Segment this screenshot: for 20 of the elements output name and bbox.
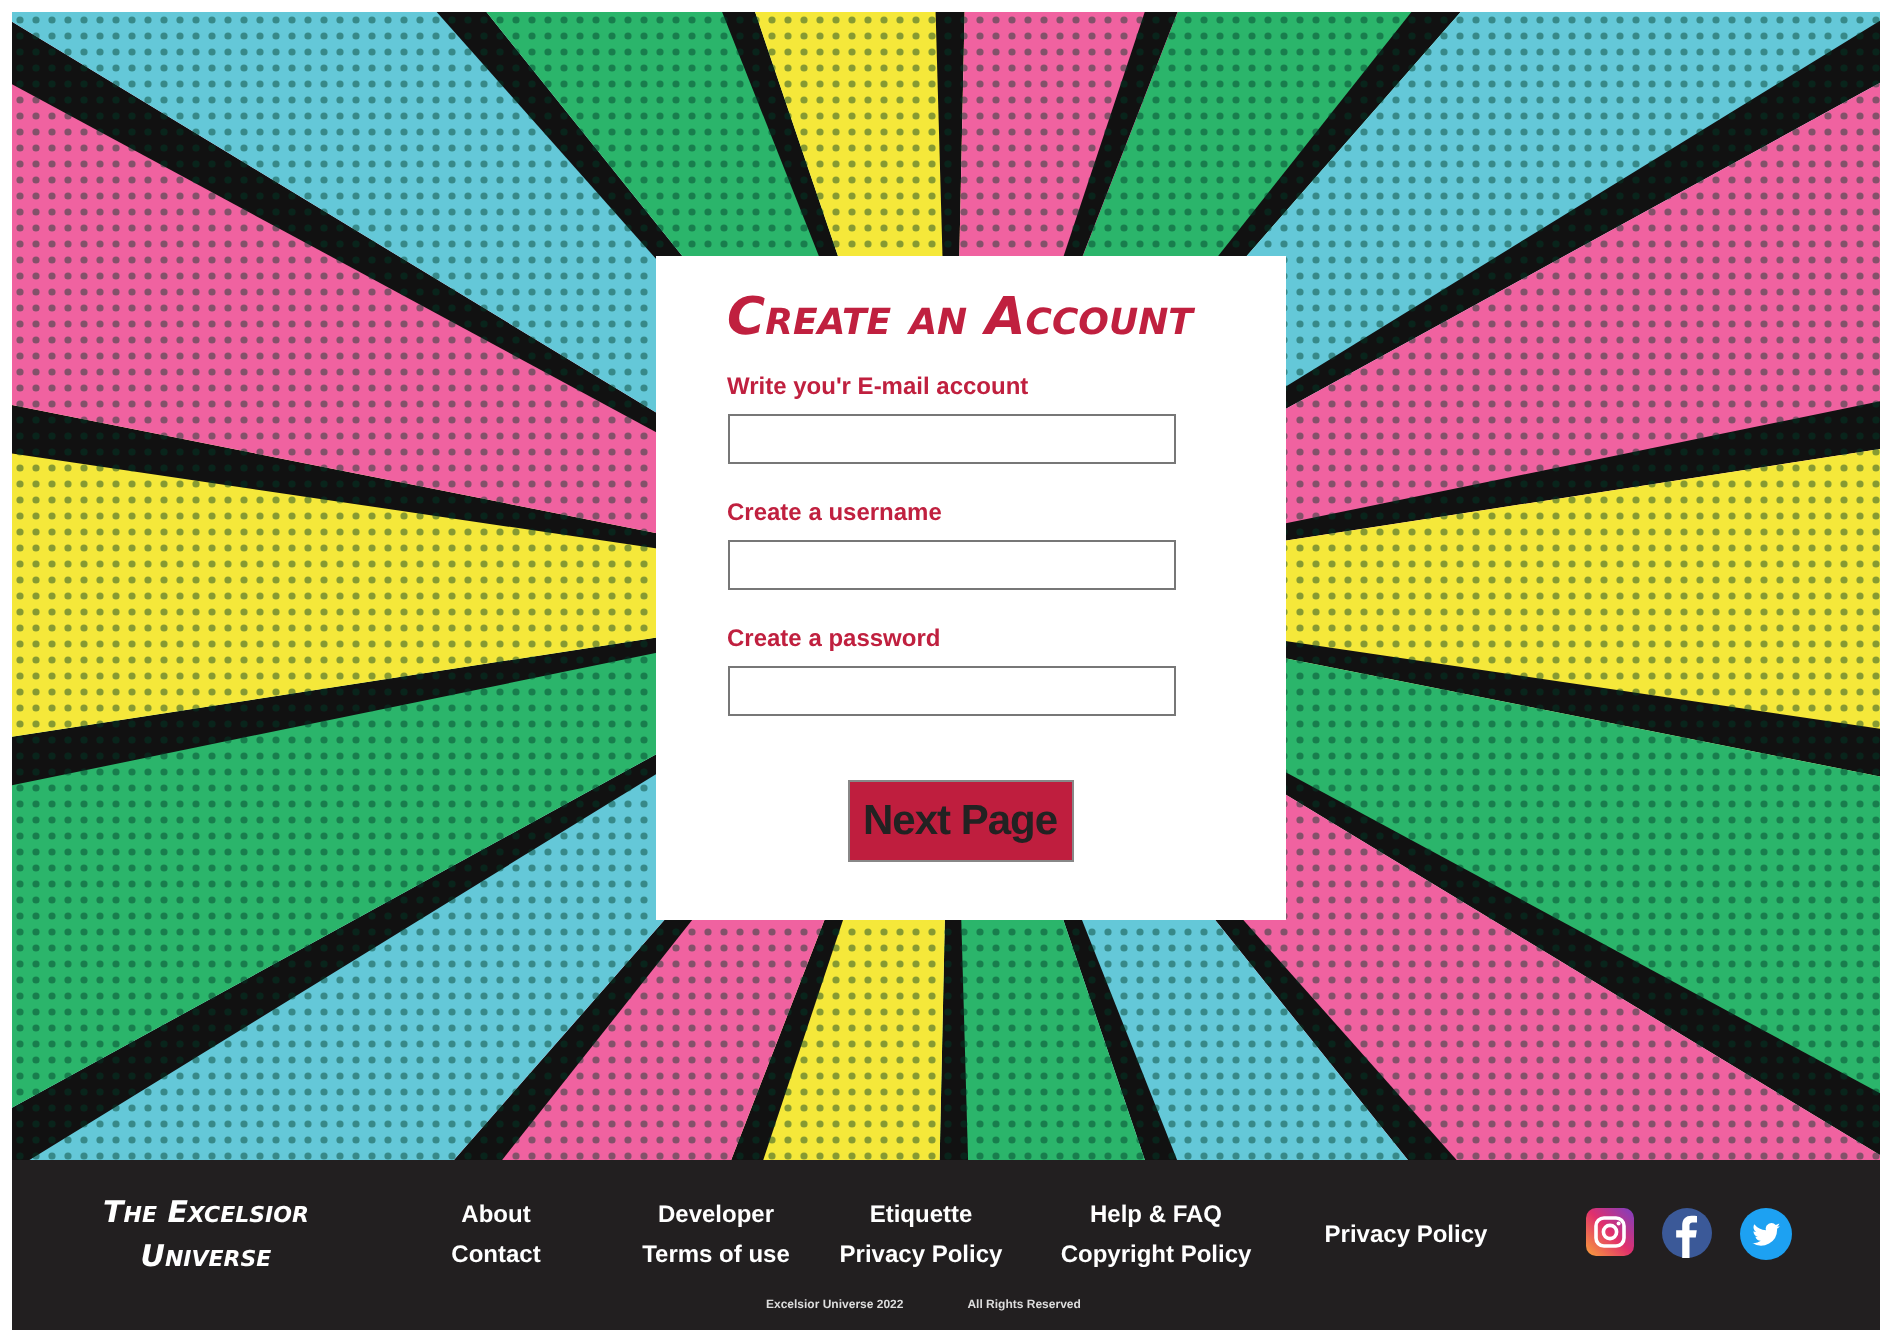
field-label: Create a username (727, 498, 944, 526)
footer-link[interactable]: Contact (451, 1240, 541, 1268)
footer-link[interactable]: Etiquette (869, 1200, 973, 1228)
footer-link[interactable]: Privacy Policy (1324, 1220, 1488, 1248)
footer-link[interactable]: Help & FAQ (1089, 1200, 1222, 1228)
field-label: Write you'r E-mail account (727, 372, 1031, 400)
footer-link[interactable]: Copyright Policy (1060, 1240, 1252, 1268)
instagram-icon[interactable] (1586, 1208, 1634, 1256)
facebook-icon[interactable] (1662, 1208, 1712, 1258)
footer-link[interactable]: Privacy Policy (839, 1240, 1003, 1268)
brand-logo: The Excelsior Universe (101, 1192, 311, 1278)
input-field[interactable] (727, 666, 1175, 716)
input-field[interactable] (727, 540, 1175, 590)
twitter-icon[interactable] (1740, 1208, 1792, 1260)
footer-link[interactable]: Terms of use (642, 1240, 790, 1268)
input-field[interactable] (727, 414, 1175, 464)
footer-link[interactable]: About (461, 1200, 531, 1228)
field-label: Create a password (727, 624, 943, 652)
footer-link[interactable]: Developer (657, 1200, 775, 1228)
form-title: Create an Account (727, 288, 1197, 348)
